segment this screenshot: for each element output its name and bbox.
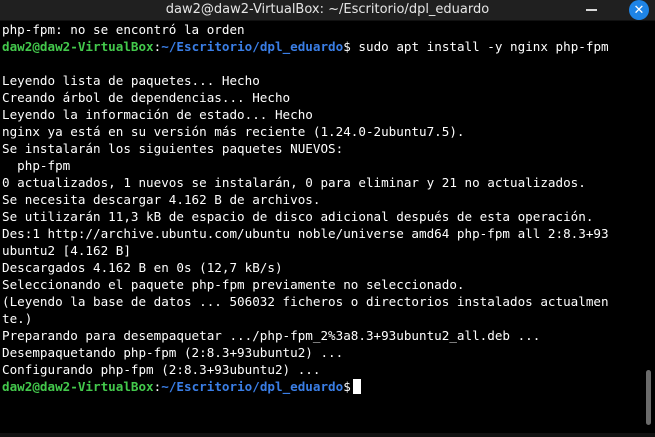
output-line: (Leyendo la base de datos ... 506032 fic… bbox=[2, 294, 609, 309]
output-line: Configurando php-fpm (2:8.3+93ubuntu2) .… bbox=[2, 362, 321, 377]
terminal-window: daw2@daw2-VirtualBox: ~/Escritorio/dpl_e… bbox=[0, 0, 655, 437]
minimize-icon bbox=[585, 9, 597, 11]
title-bar[interactable]: daw2@daw2-VirtualBox: ~/Escritorio/dpl_e… bbox=[0, 0, 655, 21]
minimize-button[interactable] bbox=[583, 2, 599, 18]
output-line: Desempaquetando php-fpm (2:8.3+93ubuntu2… bbox=[2, 345, 344, 360]
close-icon: ✕ bbox=[633, 2, 645, 18]
output-line: Creando árbol de dependencias... Hecho bbox=[2, 90, 291, 105]
prompt-symbol: $ bbox=[343, 39, 351, 54]
terminal-output[interactable]: php-fpm: no se encontró la orden daw2@da… bbox=[2, 21, 641, 437]
prompt-symbol: $ bbox=[343, 379, 351, 394]
output-line: Se instalarán los siguientes paquetes NU… bbox=[2, 141, 344, 156]
output-line: Des:1 http://archive.ubuntu.com/ubuntu n… bbox=[2, 226, 609, 241]
output-line: Leyendo lista de paquetes... Hecho bbox=[2, 73, 260, 88]
output-line: 0 actualizados, 1 nuevos se instalarán, … bbox=[2, 175, 586, 190]
prompt-user-host: daw2@daw2-VirtualBox bbox=[2, 379, 154, 394]
window-bottom-edge bbox=[0, 433, 655, 437]
active-prompt-line[interactable]: daw2@daw2-VirtualBox:~/Escritorio/dpl_ed… bbox=[2, 378, 641, 395]
output-line: Se utilizarán 11,3 kB de espacio de disc… bbox=[2, 209, 594, 224]
output-line: nginx ya está en su versión más reciente… bbox=[2, 124, 465, 139]
prompt-path: ~/Escritorio/dpl_eduardo bbox=[161, 379, 344, 394]
output-line: Leyendo la información de estado... Hech… bbox=[2, 107, 313, 122]
prompt-user-host: daw2@daw2-VirtualBox bbox=[2, 39, 154, 54]
output-line: Seleccionando el paquete php-fpm previam… bbox=[2, 277, 465, 292]
output-line: php-fpm: no se encontró la orden bbox=[2, 22, 245, 37]
text-cursor bbox=[352, 379, 361, 394]
prompt-line: daw2@daw2-VirtualBox:~/Escritorio/dpl_ed… bbox=[2, 38, 641, 55]
output-line: te.) bbox=[2, 311, 33, 326]
output-line: Preparando para desempaquetar .../php-fp… bbox=[2, 328, 541, 343]
scrollbar-thumb[interactable] bbox=[646, 370, 651, 425]
close-button[interactable]: ✕ bbox=[629, 0, 649, 20]
prompt-path: ~/Escritorio/dpl_eduardo bbox=[161, 39, 344, 54]
output-line: Se necesita descargar 4.162 B de archivo… bbox=[2, 192, 321, 207]
output-line: Descargados 4.162 B en 0s (12,7 kB/s) bbox=[2, 260, 283, 275]
output-line: php-fpm bbox=[2, 158, 71, 173]
window-title: daw2@daw2-VirtualBox: ~/Escritorio/dpl_e… bbox=[165, 2, 490, 17]
command-text: sudo apt install -y nginx php-fpm bbox=[350, 39, 609, 54]
output-line: ubuntu2 [4.162 B] bbox=[2, 243, 131, 258]
